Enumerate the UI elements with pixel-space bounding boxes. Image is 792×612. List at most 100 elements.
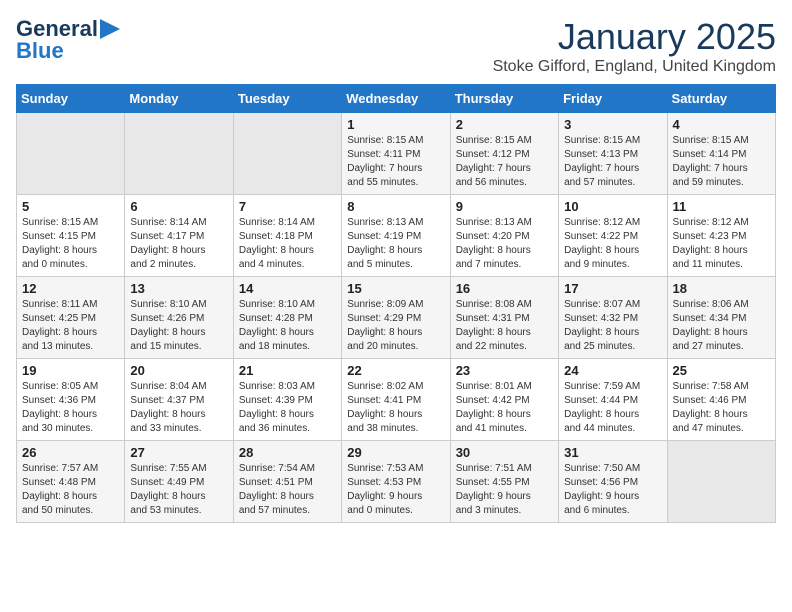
day-cell: 3Sunrise: 8:15 AM Sunset: 4:13 PM Daylig… (559, 113, 667, 195)
day-cell (125, 113, 233, 195)
cell-content: Sunrise: 8:05 AM Sunset: 4:36 PM Dayligh… (22, 380, 119, 436)
day-cell: 16Sunrise: 8:08 AM Sunset: 4:31 PM Dayli… (450, 277, 558, 359)
day-number: 9 (456, 199, 553, 214)
day-number: 6 (130, 199, 227, 214)
day-cell: 20 Sunrise: 8:04 AM Sunset: 4:37 PM Dayli… (125, 359, 233, 441)
week-row-3: 12 Sunrise: 8:11 AM Sunset: 4:25 PM Dayli… (17, 277, 776, 359)
day-cell: 31Sunrise: 7:50 AM Sunset: 4:56 PM Dayli… (559, 441, 667, 523)
day-cell (233, 113, 341, 195)
cell-content: Sunrise: 8:15 AM Sunset: 4:14 PM Dayligh… (673, 134, 770, 190)
cell-content: Sunrise: 8:12 AM Sunset: 4:22 PM Dayligh… (564, 216, 661, 272)
day-cell: 8 Sunrise: 8:13 AM Sunset: 4:19 PM Daylig… (342, 195, 450, 277)
day-cell: 2Sunrise: 8:15 AM Sunset: 4:12 PM Daylig… (450, 113, 558, 195)
col-header-saturday: Saturday (667, 85, 775, 113)
day-number: 11 (673, 199, 770, 214)
day-number: 19 (22, 363, 119, 378)
day-cell: 22 Sunrise: 8:02 AM Sunset: 4:41 PM Dayli… (342, 359, 450, 441)
day-number: 24 (564, 363, 661, 378)
day-cell: 5 Sunrise: 8:15 AM Sunset: 4:15 PM Daylig… (17, 195, 125, 277)
day-number: 7 (239, 199, 336, 214)
day-number: 14 (239, 281, 336, 296)
col-header-wednesday: Wednesday (342, 85, 450, 113)
day-cell: 30 Sunrise: 7:51 AM Sunset: 4:55 PM Dayli… (450, 441, 558, 523)
cell-content: Sunrise: 8:14 AM Sunset: 4:18 PM Dayligh… (239, 216, 336, 272)
day-cell (17, 113, 125, 195)
col-header-monday: Monday (125, 85, 233, 113)
cell-content: Sunrise: 7:59 AM Sunset: 4:44 PM Dayligh… (564, 380, 661, 436)
cell-content: Sunrise: 8:14 AM Sunset: 4:17 PM Dayligh… (130, 216, 227, 272)
day-cell: 29 Sunrise: 7:53 AM Sunset: 4:53 PM Dayli… (342, 441, 450, 523)
day-cell: 6 Sunrise: 8:14 AM Sunset: 4:17 PM Daylig… (125, 195, 233, 277)
day-number: 26 (22, 445, 119, 460)
day-number: 13 (130, 281, 227, 296)
cell-content: Sunrise: 8:13 AM Sunset: 4:20 PM Dayligh… (456, 216, 553, 272)
day-cell: 18Sunrise: 8:06 AM Sunset: 4:34 PM Dayli… (667, 277, 775, 359)
day-number: 22 (347, 363, 444, 378)
day-cell: 17 Sunrise: 8:07 AM Sunset: 4:32 PM Dayli… (559, 277, 667, 359)
day-cell: 24 Sunrise: 7:59 AM Sunset: 4:44 PM Dayli… (559, 359, 667, 441)
day-number: 8 (347, 199, 444, 214)
cell-content: Sunrise: 8:01 AM Sunset: 4:42 PM Dayligh… (456, 380, 553, 436)
day-number: 16 (456, 281, 553, 296)
calendar-table: SundayMondayTuesdayWednesdayThursdayFrid… (16, 84, 776, 523)
day-number: 29 (347, 445, 444, 460)
cell-content: Sunrise: 8:13 AM Sunset: 4:19 PM Dayligh… (347, 216, 444, 272)
day-number: 27 (130, 445, 227, 460)
cell-content: Sunrise: 8:12 AM Sunset: 4:23 PM Dayligh… (673, 216, 770, 272)
cell-content: Sunrise: 8:09 AM Sunset: 4:29 PM Dayligh… (347, 298, 444, 354)
day-cell: 9 Sunrise: 8:13 AM Sunset: 4:20 PM Daylig… (450, 195, 558, 277)
day-number: 5 (22, 199, 119, 214)
day-cell: 14 Sunrise: 8:10 AM Sunset: 4:28 PM Dayli… (233, 277, 341, 359)
cell-content: Sunrise: 8:07 AM Sunset: 4:32 PM Dayligh… (564, 298, 661, 354)
cell-content: Sunrise: 7:53 AM Sunset: 4:53 PM Dayligh… (347, 462, 444, 518)
month-title: January 2025 (493, 16, 776, 58)
day-number: 10 (564, 199, 661, 214)
day-number: 4 (673, 117, 770, 132)
day-cell: 7 Sunrise: 8:14 AM Sunset: 4:18 PM Daylig… (233, 195, 341, 277)
location: Stoke Gifford, England, United Kingdom (493, 58, 776, 76)
day-cell: 13 Sunrise: 8:10 AM Sunset: 4:26 PM Dayli… (125, 277, 233, 359)
cell-content: Sunrise: 7:58 AM Sunset: 4:46 PM Dayligh… (673, 380, 770, 436)
day-number: 23 (456, 363, 553, 378)
cell-content: Sunrise: 8:10 AM Sunset: 4:28 PM Dayligh… (239, 298, 336, 354)
day-cell: 12 Sunrise: 8:11 AM Sunset: 4:25 PM Dayli… (17, 277, 125, 359)
cell-content: Sunrise: 7:50 AM Sunset: 4:56 PM Dayligh… (564, 462, 661, 518)
day-cell: 26 Sunrise: 7:57 AM Sunset: 4:48 PM Dayli… (17, 441, 125, 523)
day-number: 2 (456, 117, 553, 132)
col-header-tuesday: Tuesday (233, 85, 341, 113)
col-header-thursday: Thursday (450, 85, 558, 113)
cell-content: Sunrise: 7:51 AM Sunset: 4:55 PM Dayligh… (456, 462, 553, 518)
day-cell: 28Sunrise: 7:54 AM Sunset: 4:51 PM Dayli… (233, 441, 341, 523)
day-number: 12 (22, 281, 119, 296)
day-number: 30 (456, 445, 553, 460)
cell-content: Sunrise: 8:11 AM Sunset: 4:25 PM Dayligh… (22, 298, 119, 354)
day-number: 15 (347, 281, 444, 296)
cell-content: Sunrise: 7:57 AM Sunset: 4:48 PM Dayligh… (22, 462, 119, 518)
cell-content: Sunrise: 8:15 AM Sunset: 4:13 PM Dayligh… (564, 134, 661, 190)
day-number: 17 (564, 281, 661, 296)
day-cell: 1 Sunrise: 8:15 AM Sunset: 4:11 PM Daylig… (342, 113, 450, 195)
cell-content: Sunrise: 8:15 AM Sunset: 4:11 PM Dayligh… (347, 134, 444, 190)
cell-content: Sunrise: 8:15 AM Sunset: 4:15 PM Dayligh… (22, 216, 119, 272)
cell-content: Sunrise: 8:02 AM Sunset: 4:41 PM Dayligh… (347, 380, 444, 436)
logo-blue: Blue (16, 38, 64, 64)
day-number: 20 (130, 363, 227, 378)
day-cell (667, 441, 775, 523)
cell-content: Sunrise: 8:06 AM Sunset: 4:34 PM Dayligh… (673, 298, 770, 354)
week-row-5: 26 Sunrise: 7:57 AM Sunset: 4:48 PM Dayli… (17, 441, 776, 523)
header: General Blue January 2025 Stoke Gifford,… (16, 16, 776, 76)
day-number: 25 (673, 363, 770, 378)
logo: General Blue (16, 16, 120, 64)
week-row-4: 19 Sunrise: 8:05 AM Sunset: 4:36 PM Dayli… (17, 359, 776, 441)
cell-content: Sunrise: 8:04 AM Sunset: 4:37 PM Dayligh… (130, 380, 227, 436)
day-cell: 4 Sunrise: 8:15 AM Sunset: 4:14 PM Daylig… (667, 113, 775, 195)
day-cell: 21Sunrise: 8:03 AM Sunset: 4:39 PM Dayli… (233, 359, 341, 441)
day-number: 1 (347, 117, 444, 132)
day-cell: 25 Sunrise: 7:58 AM Sunset: 4:46 PM Dayli… (667, 359, 775, 441)
cell-content: Sunrise: 8:10 AM Sunset: 4:26 PM Dayligh… (130, 298, 227, 354)
logo-icon (100, 19, 120, 39)
day-cell: 15 Sunrise: 8:09 AM Sunset: 4:29 PM Dayli… (342, 277, 450, 359)
col-header-friday: Friday (559, 85, 667, 113)
day-cell: 10 Sunrise: 8:12 AM Sunset: 4:22 PM Dayli… (559, 195, 667, 277)
day-cell: 11 Sunrise: 8:12 AM Sunset: 4:23 PM Dayli… (667, 195, 775, 277)
